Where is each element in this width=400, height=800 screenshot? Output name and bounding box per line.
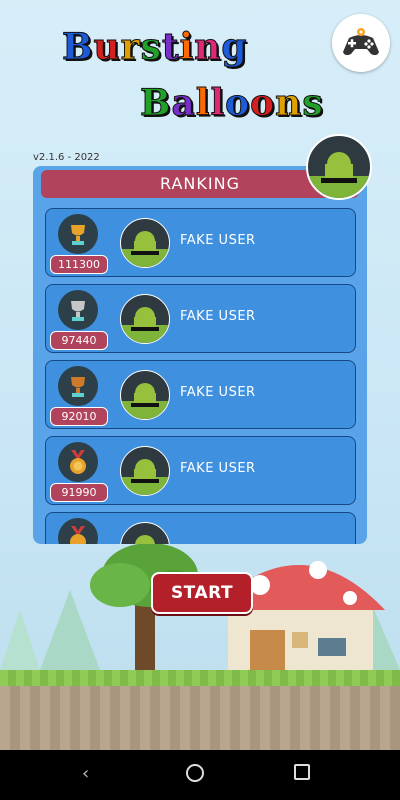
ground xyxy=(0,670,400,750)
home-icon[interactable] xyxy=(186,764,204,782)
start-button[interactable]: START xyxy=(151,572,253,614)
title-letter: o xyxy=(250,82,276,125)
user-name: FAKE USER xyxy=(180,461,256,476)
android-icon xyxy=(308,152,370,198)
ranking-row[interactable]: 97440 FAKE USER xyxy=(45,284,356,353)
title-letter: r xyxy=(120,26,141,69)
title-letter: i xyxy=(179,26,195,69)
game-title: Bursting Balloons xyxy=(61,26,342,136)
avatar xyxy=(120,446,170,496)
score-badge: 92010 xyxy=(50,407,108,426)
medal-icon xyxy=(58,518,98,544)
score-badge: 97440 xyxy=(50,331,108,350)
title-letter: t xyxy=(161,26,180,69)
gold-trophy-icon xyxy=(58,214,98,254)
title-letter: n xyxy=(194,26,222,69)
title-letter: g xyxy=(221,26,248,69)
version-label: v2.1.6 - 2022 xyxy=(33,152,100,163)
ranking-row[interactable]: 111300 FAKE USER xyxy=(45,208,356,277)
ranking-panel[interactable]: RANKING 111300 FAKE USER 97440 FAKE USER… xyxy=(33,166,367,544)
title-letter: B xyxy=(61,26,94,69)
profile-avatar[interactable] xyxy=(306,134,372,200)
gold-medal-icon xyxy=(58,442,98,482)
ranking-row[interactable]: 91990 FAKE USER xyxy=(45,436,356,505)
score-badge: 91990 xyxy=(50,483,108,502)
title-letter: a xyxy=(171,82,196,125)
avatar xyxy=(120,218,170,268)
ranking-row[interactable]: 92010 FAKE USER xyxy=(45,360,356,429)
title-letter: B xyxy=(139,82,172,125)
play-games-button[interactable] xyxy=(332,14,390,72)
title-letter: u xyxy=(93,26,121,69)
user-name: FAKE USER xyxy=(180,309,256,324)
user-name: FAKE USER xyxy=(180,385,256,400)
gamepad-icon xyxy=(343,28,379,56)
title-letter: n xyxy=(275,82,303,125)
back-icon[interactable]: ‹ xyxy=(82,763,89,784)
title-letter: s xyxy=(302,82,324,125)
ranking-row[interactable] xyxy=(45,512,356,544)
title-letter: l xyxy=(195,82,211,125)
score-badge: 111300 xyxy=(50,255,108,274)
recents-icon[interactable] xyxy=(294,764,310,780)
ranking-list[interactable]: RANKING 111300 FAKE USER 97440 FAKE USER… xyxy=(33,166,367,544)
title-line-2: Balloons xyxy=(139,82,324,125)
avatar xyxy=(120,522,170,544)
title-line-1: Bursting xyxy=(61,26,248,69)
avatar xyxy=(120,294,170,344)
title-letter: o xyxy=(225,82,251,125)
silver-trophy-icon xyxy=(58,290,98,330)
title-letter: l xyxy=(210,82,226,125)
user-name: FAKE USER xyxy=(180,233,256,248)
avatar xyxy=(120,370,170,420)
bronze-trophy-icon xyxy=(58,366,98,406)
title-letter: s xyxy=(140,26,162,69)
